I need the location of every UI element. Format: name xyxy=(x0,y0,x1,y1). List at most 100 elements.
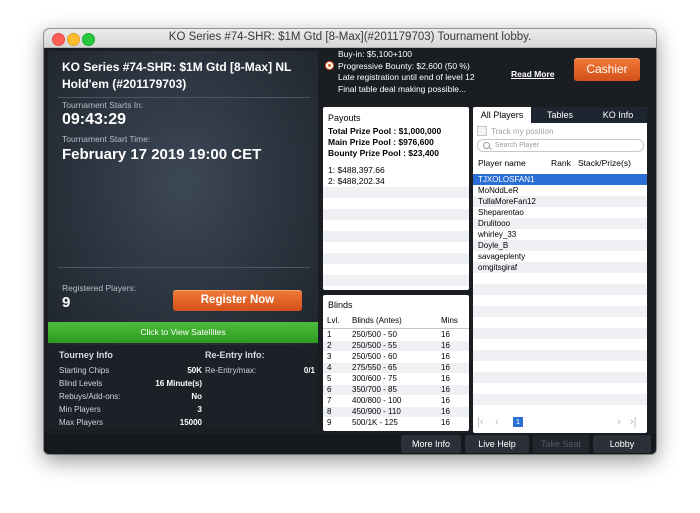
payout-row xyxy=(323,253,469,264)
player-row[interactable]: MoNddLeR xyxy=(473,185,647,196)
blind-row: 1 250/500 - 50 16 xyxy=(327,330,450,339)
blind-row: 5 300/600 - 75 16 xyxy=(327,374,450,383)
window-title: KO Series #74-SHR: $1M Gtd [8-Max](#2011… xyxy=(168,31,532,43)
blind-row: 3 250/500 - 60 16 xyxy=(327,352,450,361)
checkbox-icon xyxy=(477,126,487,136)
player-row[interactable]: TullaMoreFan12 xyxy=(473,196,647,207)
tourney-info-title: Tourney Info xyxy=(59,350,113,360)
player-row[interactable]: Doyle_B xyxy=(473,240,647,251)
tournament-name: KO Series #74-SHR: $1M Gtd [8-Max] NL Ho… xyxy=(62,60,292,91)
player-row[interactable]: savageplenty xyxy=(473,251,647,262)
blind-row: 2 250/500 - 55 16 xyxy=(323,341,469,351)
live-help-button[interactable]: Live Help xyxy=(465,435,529,453)
player-row xyxy=(473,350,647,361)
tab-tables[interactable]: Tables xyxy=(531,107,589,123)
main-prize-pool: Main Prize Pool : $976,600 xyxy=(328,137,434,147)
info-row: Max Players 15000 xyxy=(59,418,202,427)
search-icon xyxy=(483,142,490,149)
tournament-summary-panel: KO Series #74-SHR: $1M Gtd [8-Max] NL Ho… xyxy=(48,51,318,345)
player-row[interactable]: Sheparentao xyxy=(473,207,647,218)
total-prize-pool: Total Prize Pool : $1,000,000 xyxy=(328,126,442,136)
lobby-button[interactable]: Lobby xyxy=(593,435,651,453)
player-row[interactable]: TJXOLOSFAN1 xyxy=(473,174,647,185)
tab-ko-info[interactable]: KO Info xyxy=(589,107,647,123)
reentry-row: Re-Entry/max: 0/1 xyxy=(205,366,315,375)
payout-row xyxy=(323,264,469,275)
blind-row: 9 500/1K - 125 16 xyxy=(327,418,450,427)
last-page-icon[interactable]: ›| xyxy=(630,416,637,428)
blind-row: 7 400/800 - 100 16 xyxy=(327,396,450,405)
buyin-text: Buy-in: $5,100+100 xyxy=(338,49,412,59)
player-row xyxy=(473,306,647,317)
final-table-text: Final table deal making possible... xyxy=(338,83,467,94)
blind-row: 6 350/700 - 85 16 xyxy=(323,385,469,395)
player-row[interactable]: omgitsgiraf xyxy=(473,262,647,273)
title-bar: KO Series #74-SHR: $1M Gtd [8-Max](#2011… xyxy=(44,29,656,48)
player-row xyxy=(473,394,647,405)
bounty-icon xyxy=(325,61,334,70)
player-row xyxy=(473,339,647,350)
payout-row: 2: $488,202.34 xyxy=(328,176,385,186)
player-row xyxy=(473,317,647,328)
bounty-prize-pool: Bounty Prize Pool : $23,400 xyxy=(328,148,440,158)
search-player-input[interactable]: Search Player xyxy=(477,139,644,152)
start-time-label: Tournament Start Time: xyxy=(62,134,151,144)
registered-players-label: Registered Players: xyxy=(62,283,137,293)
player-row[interactable]: whirley_33 xyxy=(473,229,647,240)
col-player-name[interactable]: Player name xyxy=(478,158,526,168)
info-row: Blind Levels 16 Minute(s) xyxy=(59,379,202,388)
payouts-title: Payouts xyxy=(328,113,361,123)
bounty-text: Progressive Bounty: $2,600 (50 %) xyxy=(338,60,470,71)
player-row xyxy=(473,383,647,394)
countdown-timer: 09:43:29 xyxy=(62,111,127,128)
blind-row: 4 275/550 - 65 16 xyxy=(323,363,469,373)
col-stack[interactable]: Stack/Prize(s) xyxy=(578,158,631,168)
next-page-icon[interactable]: › xyxy=(617,416,621,428)
payouts-panel: Payouts Total Prize Pool : $1,000,000 Ma… xyxy=(323,107,469,290)
search-placeholder: Search Player xyxy=(495,142,539,149)
payout-row xyxy=(323,242,469,253)
col-rank[interactable]: Rank xyxy=(551,158,571,168)
cashier-button[interactable]: Cashier xyxy=(574,58,640,81)
players-tabs: All Players Tables KO Info xyxy=(473,107,647,123)
payout-row xyxy=(323,231,469,242)
starts-in-label: Tournament Starts In: xyxy=(62,100,144,110)
col-level: Lvl. xyxy=(327,316,340,325)
tournament-details: Buy-in: $5,100+100 Progressive Bounty: $… xyxy=(338,49,475,95)
take-seat-button[interactable]: Take Seat xyxy=(533,435,589,453)
player-row xyxy=(473,273,647,284)
reentry-info-title: Re-Entry Info: xyxy=(205,350,265,360)
registered-players-count: 9 xyxy=(62,294,71,311)
prev-page-icon[interactable]: ‹ xyxy=(495,416,499,428)
blind-row: 8 450/900 - 110 16 xyxy=(323,407,469,417)
divider xyxy=(58,97,310,98)
register-now-button[interactable]: Register Now xyxy=(173,290,302,311)
blinds-panel: Blinds Lvl. Blinds (Antes) Mins 1 250/500… xyxy=(323,295,469,431)
player-row[interactable]: Drulitooo xyxy=(473,218,647,229)
current-page[interactable]: 1 xyxy=(513,417,523,427)
player-row xyxy=(473,328,647,339)
more-info-button[interactable]: More Info xyxy=(401,435,461,453)
col-mins: Mins xyxy=(441,316,458,325)
lobby-window: KO Series #74-SHR: $1M Gtd [8-Max](#2011… xyxy=(44,29,656,454)
payout-row xyxy=(323,275,469,286)
tab-all-players[interactable]: All Players xyxy=(473,107,531,123)
view-satellites-button[interactable]: Click to View Satellites xyxy=(48,322,318,343)
info-row: Starting Chips 50K xyxy=(59,366,202,375)
player-row xyxy=(473,361,647,372)
payout-row xyxy=(323,209,469,220)
payout-row xyxy=(323,187,469,198)
payout-row xyxy=(323,220,469,231)
late-registration-text: Late registration until end of level 12 xyxy=(338,72,475,82)
payout-row xyxy=(323,198,469,209)
blinds-title: Blinds xyxy=(328,300,353,310)
track-position-checkbox[interactable]: Track my position xyxy=(477,126,553,136)
payout-row: 1: $488,397.66 xyxy=(328,165,385,175)
blinds-header: Lvl. Blinds (Antes) Mins xyxy=(323,316,469,329)
read-more-link[interactable]: Read More xyxy=(511,69,554,79)
col-blinds: Blinds (Antes) xyxy=(352,316,402,325)
divider xyxy=(58,267,310,268)
first-page-icon[interactable]: |‹ xyxy=(477,416,484,428)
player-row xyxy=(473,284,647,295)
tourney-info-panel: Tourney Info Re-Entry Info: Starting Chi… xyxy=(48,345,318,430)
